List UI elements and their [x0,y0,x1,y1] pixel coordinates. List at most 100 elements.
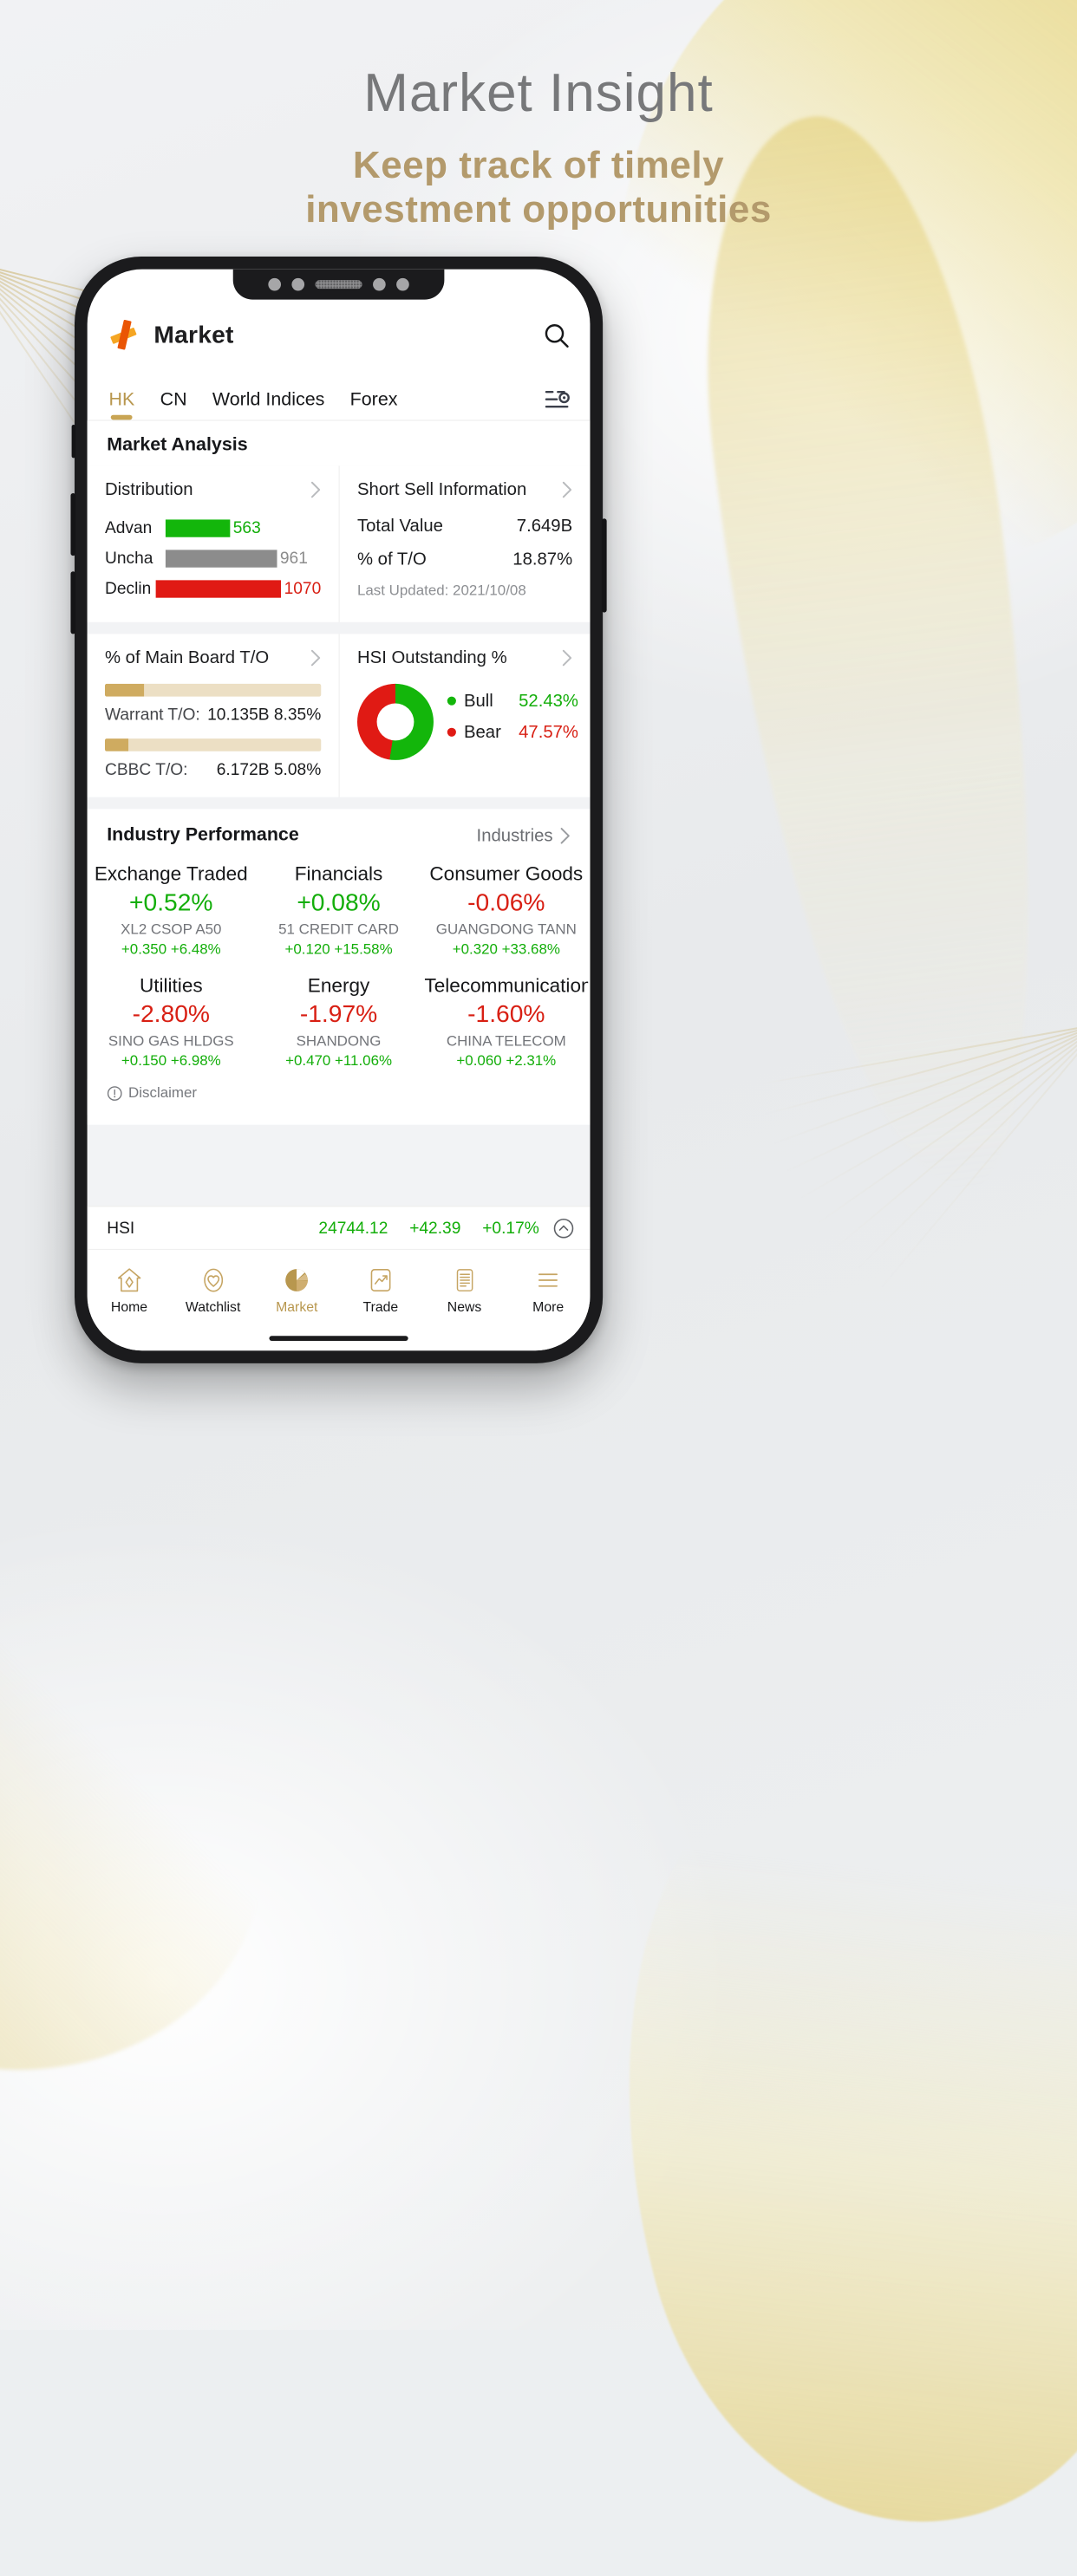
page-subtitle: Keep track of timely investment opportun… [0,143,1077,231]
app-header: Market [88,300,591,370]
industry-stock-delta: +0.350 +6.48% [121,940,221,958]
nav-label: More [532,1298,565,1315]
industry-change-pct: -1.60% [467,1000,545,1028]
industry-performance-title: Industry Performance [107,824,299,846]
chevron-up-circle-icon[interactable] [553,1217,575,1239]
card-main-board-to[interactable]: % of Main Board T/O Warrant T/O: 10.135B… [88,634,339,797]
card-short-sell-information[interactable]: Short Sell Information Total Value 7.649… [338,465,591,622]
short-sell-last-updated: Last Updated: 2021/10/08 [356,582,526,599]
market-content[interactable]: Market Analysis Distribution Advan 563 U… [87,420,591,1207]
home-indicator [87,1324,591,1351]
nav-label: Home [110,1298,148,1315]
card-short-sell-header: Short Sell Information [357,479,572,500]
card-distribution[interactable]: Distribution Advan 563 Uncha 961 Declin … [88,465,339,621]
phone-volume-down-button [70,571,76,634]
tab-cn[interactable]: CN [160,389,187,420]
notch-sensor-dot [268,277,282,291]
industry-card-telecommunications[interactable]: Telecommunications -1.60% CHINA TELECOM … [422,967,590,1079]
chevron-right-icon [562,648,572,667]
short-sell-label: % of T/O [356,549,427,569]
nav-item-market[interactable]: Market [255,1256,339,1325]
search-icon[interactable] [542,321,571,349]
section-divider-band [87,797,591,810]
nav-label: Trade [362,1298,399,1315]
hero-banner: Market Insight Keep track of timely inve… [0,0,1077,231]
distribution-bar [165,518,231,537]
short-sell-row-pct-of-to: % of T/O 18.87% [357,549,572,569]
industry-change-pct: -1.97% [299,1000,378,1028]
industry-change-pct: +0.08% [297,888,381,917]
ticker-change-pct: +0.17% [482,1218,539,1237]
industry-card-exchange-traded[interactable]: Exchange Traded +0.52% XL2 CSOP A50 +0.3… [88,855,255,967]
settings-sliders-icon[interactable] [543,387,571,412]
industry-card-utilities[interactable]: Utilities -2.80% SINO GAS HLDGS +0.150 +… [88,967,255,1079]
phone-screen: Market HK CN World Indices Forex Market … [87,269,591,1351]
market-analysis-row-2: % of Main Board T/O Warrant T/O: 10.135B… [87,634,591,797]
industry-top-stock: SHANDONG [296,1032,382,1050]
exclamation-circle-icon [107,1085,122,1101]
industry-top-stock: SINO GAS HLDGS [108,1032,234,1050]
distribution-value: 563 [232,517,261,537]
nav-item-news[interactable]: News [422,1256,506,1325]
industry-name: Consumer Goods [429,863,584,886]
warrant-to-row: Warrant T/O: 10.135B 8.35% [105,706,321,725]
card-hsi-outstanding[interactable]: HSI Outstanding % Bull 52.43% Bear 47.57… [338,634,591,797]
home-icon [115,1266,143,1294]
warrant-to-label: Warrant T/O: [104,705,200,725]
card-hsi-outstanding-header: HSI Outstanding % [357,647,572,668]
nav-item-trade[interactable]: Trade [339,1256,423,1325]
industry-change-pct: -2.80% [132,1000,210,1028]
industry-stock-delta: +0.120 +15.58% [284,940,393,958]
nav-item-watchlist[interactable]: Watchlist [171,1256,255,1325]
ticker-price: 24744.12 [318,1218,388,1237]
chevron-right-icon [310,480,321,498]
industry-card-energy[interactable]: Energy -1.97% SHANDONG +0.470 +11.06% [255,967,422,1079]
industry-change-pct: +0.52% [129,888,213,917]
industry-card-consumer-goods[interactable]: Consumer Goods -0.06% GUANGDONG TANN +0.… [422,855,590,967]
nav-item-home[interactable]: Home [88,1256,172,1325]
short-sell-row-total-value: Total Value 7.649B [357,516,572,537]
distribution-bar [165,549,277,568]
bottom-navigation: Home Watchlist Market Trade News More [87,1248,591,1325]
legend-value: 47.57% [519,721,578,742]
market-analysis-row-1: Distribution Advan 563 Uncha 961 Declin … [87,465,591,622]
industry-name: Utilities [139,975,203,997]
donut-chart [356,683,434,760]
industry-stock-delta: +0.470 +11.06% [285,1052,393,1070]
industry-stock-delta: +0.060 +2.31% [456,1052,557,1070]
industry-name: Financials [294,863,383,886]
cbbc-to-value: 6.172B 5.08% [216,759,322,779]
tab-hk[interactable]: HK [108,389,134,420]
industry-stock-delta: +0.320 +33.68% [452,940,560,958]
industry-top-stock: CHINA TELECOM [446,1032,566,1050]
legend-value: 52.43% [519,690,578,711]
nav-item-more[interactable]: More [506,1256,591,1325]
market-analysis-title: Market Analysis [87,420,591,466]
legend-label: Bear [463,721,501,742]
industries-link[interactable]: Industries [477,825,553,846]
nav-label: News [447,1298,482,1315]
chevron-right-icon[interactable] [559,826,570,844]
hsi-outstanding-legend: Bull 52.43% Bear 47.57% [447,691,578,753]
market-tabs: HK CN World Indices Forex [87,370,591,421]
tab-forex[interactable]: Forex [350,389,398,420]
disclaimer-link[interactable]: Disclaimer [87,1078,591,1116]
cbbc-to-row: CBBC T/O: 6.172B 5.08% [105,760,321,780]
phone-notch [232,269,445,300]
trend-up-icon [367,1266,395,1294]
pie-chart-icon [283,1266,310,1294]
nav-label: Watchlist [185,1298,241,1315]
card-hsi-outstanding-label: HSI Outstanding % [356,647,507,667]
app-title: Market [153,320,234,348]
tab-world-indices[interactable]: World Indices [212,389,324,420]
news-icon [451,1266,479,1294]
page-subtitle-line1: Keep track of timely [352,144,725,186]
menu-icon [534,1266,562,1294]
section-divider-band [87,621,591,634]
phone-silent-switch [71,425,76,459]
short-sell-value: 7.649B [516,515,573,536]
industry-card-financials[interactable]: Financials +0.08% 51 CREDIT CARD +0.120 … [255,855,422,967]
index-ticker-bar[interactable]: HSI 24744.12 +42.39 +0.17% [87,1206,591,1249]
phone-power-button [601,518,607,613]
hsi-outstanding-chart: Bull 52.43% Bear 47.57% [356,683,578,760]
